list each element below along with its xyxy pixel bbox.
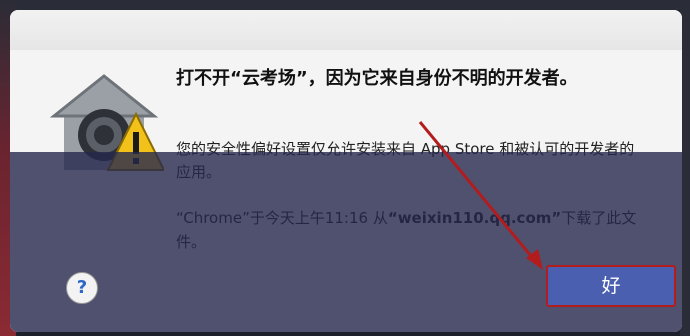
annotation-arrow — [418, 121, 543, 270]
